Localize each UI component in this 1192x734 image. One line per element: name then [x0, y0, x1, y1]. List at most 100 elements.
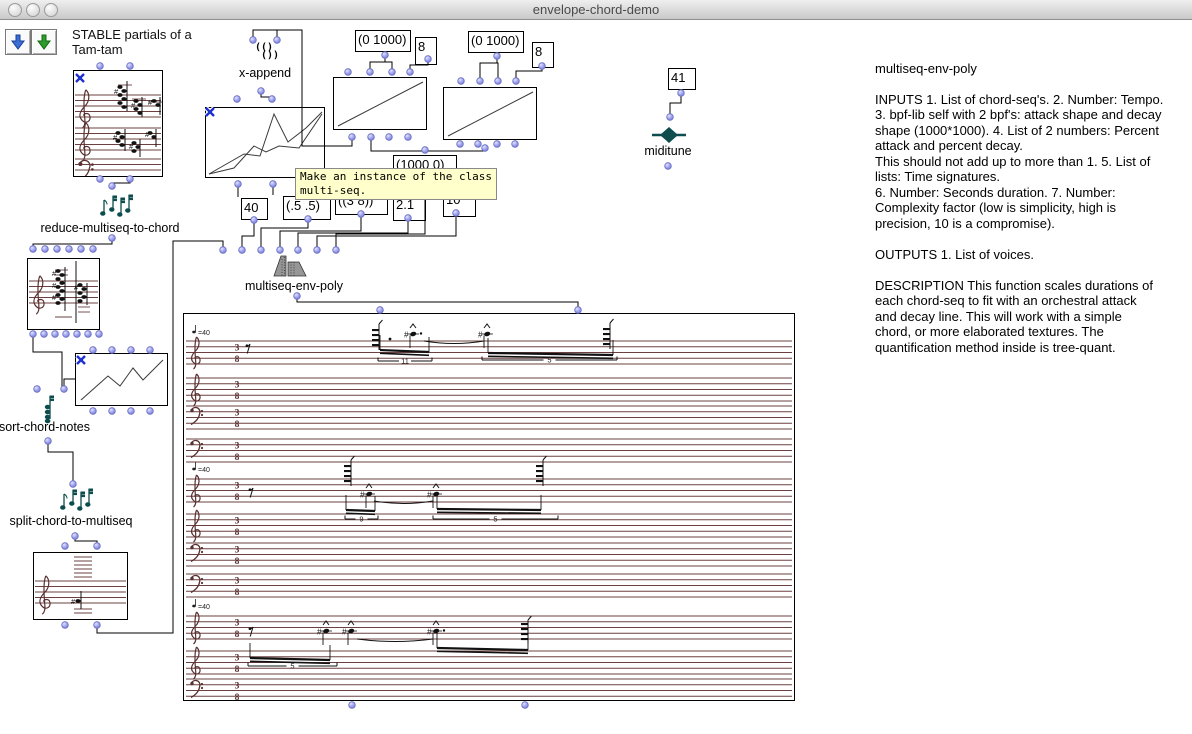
- connection-port[interactable]: [349, 702, 356, 709]
- connection-port[interactable]: [62, 543, 69, 550]
- value-box-8b[interactable]: 8: [532, 42, 554, 68]
- connection-port[interactable]: [314, 247, 321, 254]
- connection-port[interactable]: [94, 543, 101, 550]
- connection-port[interactable]: [382, 52, 389, 59]
- connection-port[interactable]: [127, 63, 134, 70]
- connection-port[interactable]: [294, 293, 301, 300]
- notes-icon[interactable]: [60, 486, 94, 516]
- connection-port[interactable]: [494, 53, 501, 60]
- connection-port[interactable]: [269, 96, 276, 103]
- value-box-40[interactable]: 40: [241, 198, 268, 220]
- connection-port[interactable]: [128, 408, 135, 415]
- value-box-8a[interactable]: 8: [415, 37, 437, 65]
- connection-port[interactable]: [54, 246, 61, 253]
- bpf-box-decay[interactable]: [443, 87, 537, 140]
- close-button[interactable]: [8, 3, 22, 17]
- green-arrow-button[interactable]: [31, 29, 57, 55]
- connection-port[interactable]: [475, 141, 482, 148]
- connection-port[interactable]: [97, 63, 104, 70]
- connection-port[interactable]: [62, 622, 69, 629]
- connection-port[interactable]: [367, 69, 374, 76]
- connection-port[interactable]: [235, 181, 242, 188]
- connection-port[interactable]: [109, 235, 116, 242]
- connection-port[interactable]: [512, 141, 519, 148]
- window-titlebar[interactable]: envelope-chord-demo: [0, 0, 1192, 20]
- connection-port[interactable]: [270, 181, 277, 188]
- miditune-icon[interactable]: [651, 126, 687, 144]
- bpf-box-attack[interactable]: [333, 77, 427, 130]
- connection-port[interactable]: [74, 331, 81, 338]
- connection-port[interactable]: [96, 331, 103, 338]
- connection-port[interactable]: [94, 622, 101, 629]
- blue-arrow-button[interactable]: [5, 29, 31, 55]
- connection-port[interactable]: [258, 247, 265, 254]
- patch-cord: [297, 296, 578, 310]
- poly-score-box[interactable]: =4038383838##115=4038383838##95=40383838…: [183, 313, 795, 701]
- connection-port[interactable]: [522, 702, 529, 709]
- zoom-button[interactable]: [44, 3, 58, 17]
- connection-port[interactable]: [61, 386, 68, 393]
- connection-port[interactable]: [41, 331, 48, 338]
- connection-port[interactable]: [345, 69, 352, 76]
- connection-port[interactable]: [477, 78, 484, 85]
- function-label-env-poly[interactable]: multiseq-env-poly: [238, 279, 350, 293]
- connection-port[interactable]: [513, 78, 520, 85]
- chord-box[interactable]: ####: [27, 258, 100, 330]
- function-label-miditune[interactable]: miditune: [633, 144, 703, 158]
- notes-icon[interactable]: [100, 192, 134, 222]
- connection-port[interactable]: [349, 134, 356, 141]
- value-box-41[interactable]: 41: [668, 68, 696, 90]
- connection-port[interactable]: [42, 246, 49, 253]
- connection-port[interactable]: [386, 134, 393, 141]
- value-box-range1[interactable]: (0 1000): [355, 30, 411, 52]
- connection-port[interactable]: [30, 246, 37, 253]
- connection-port[interactable]: [34, 386, 41, 393]
- connection-port[interactable]: [66, 246, 73, 253]
- patch-cord: [261, 219, 308, 250]
- connection-port[interactable]: [30, 331, 37, 338]
- connection-port[interactable]: [333, 247, 340, 254]
- connection-port[interactable]: [495, 78, 502, 85]
- value-box-range2[interactable]: (0 1000): [468, 31, 524, 53]
- connection-port[interactable]: [389, 69, 396, 76]
- minimize-button[interactable]: [26, 3, 40, 17]
- function-label-x-append[interactable]: x-append: [228, 66, 302, 80]
- connection-port[interactable]: [220, 247, 227, 254]
- connection-port[interactable]: [482, 145, 489, 152]
- connection-port[interactable]: [458, 78, 465, 85]
- connection-port[interactable]: [52, 331, 59, 338]
- connection-port[interactable]: [407, 69, 414, 76]
- connection-port[interactable]: [239, 247, 246, 254]
- connection-port[interactable]: [457, 141, 464, 148]
- connection-port[interactable]: [274, 37, 281, 44]
- connection-port[interactable]: [667, 114, 674, 121]
- connection-port[interactable]: [368, 134, 375, 141]
- comment-stable-partials[interactable]: STABLE partials of a Tam-tam: [72, 27, 192, 57]
- connection-port[interactable]: [678, 90, 685, 97]
- function-label-split[interactable]: split-chord-to-multiseq: [5, 514, 137, 528]
- connection-port[interactable]: [422, 147, 429, 154]
- envelope-icon[interactable]: [272, 253, 310, 279]
- connection-port[interactable]: [405, 134, 412, 141]
- connection-port[interactable]: [90, 408, 97, 415]
- chord-seq-box-tamtam[interactable]: ######: [73, 70, 163, 177]
- multiseq-box[interactable]: #: [33, 552, 128, 620]
- function-label-sort[interactable]: sort-chord-notes: [0, 420, 97, 434]
- connection-port[interactable]: [90, 246, 97, 253]
- connection-port[interactable]: [258, 88, 265, 95]
- connection-port[interactable]: [109, 408, 116, 415]
- connection-port[interactable]: [78, 246, 85, 253]
- list-icon[interactable]: (() ()): [255, 44, 279, 60]
- connection-port[interactable]: [85, 331, 92, 338]
- connection-port[interactable]: [63, 331, 70, 338]
- connection-port[interactable]: [72, 533, 79, 540]
- bpf-box-rising[interactable]: [75, 353, 168, 406]
- connection-port[interactable]: [147, 408, 154, 415]
- connection-port[interactable]: [109, 183, 116, 190]
- connection-port[interactable]: [234, 96, 241, 103]
- function-label-reduce[interactable]: reduce-multiseq-to-chord: [35, 221, 185, 235]
- svg-text:#: #: [427, 628, 432, 637]
- connection-port[interactable]: [665, 163, 672, 170]
- connection-port[interactable]: [494, 141, 501, 148]
- connection-port[interactable]: [45, 438, 52, 445]
